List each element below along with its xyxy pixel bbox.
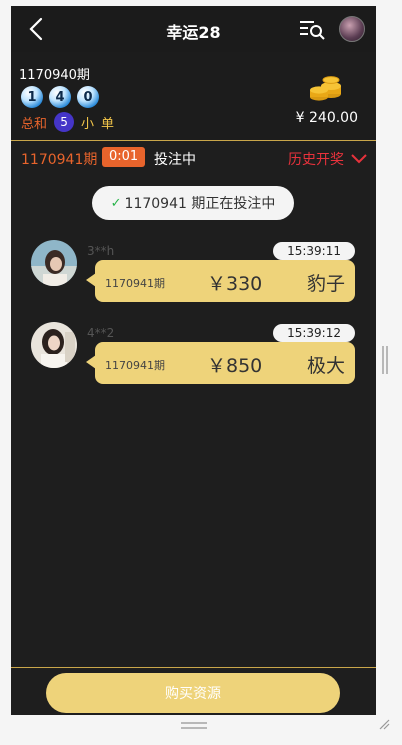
balance-amount: ¥ 240.00 [295,110,358,126]
size-tag: 小 [81,116,95,132]
top-bar: 幸运28 [11,6,376,52]
avatar[interactable] [31,240,77,286]
bet-issue: 1170941期 [105,277,165,290]
check-icon: ✓ [110,195,122,211]
bet-amount: ￥330 [207,273,263,295]
sum-value: 5 [54,112,75,132]
bet-type: 豹子 [306,273,345,295]
footer-bar: 购买资源 [11,667,376,715]
last-draw-panel: 1170940期 1 4 0 总和 5 小 单 ¥ 240.00 [11,52,376,140]
username: 3**h [87,244,115,258]
coins-icon [310,76,341,101]
result-balls: 1 4 0 [21,86,99,108]
bet-type: 极大 [306,355,345,377]
bet-bubble: 1170941期 ￥850 极大 [86,342,355,384]
buy-resource-button[interactable]: 购买资源 [46,673,340,713]
list-search-icon[interactable] [299,18,327,40]
betting-notice: ✓ 1170941 期正在投注中 [92,186,294,220]
sum-label: 总和 [21,116,48,132]
sum-row: 总和 5 小 单 [21,112,114,132]
current-issue-number: 1170941期 [21,152,98,168]
bet-time: 15:39:12 [273,324,355,342]
bet-amount: ￥850 [207,355,263,377]
resize-corner-icon[interactable] [378,718,390,730]
username: 4**2 [87,326,115,340]
bet-message: 4**2 15:39:12 1170941期 ￥850 极大 [11,322,376,402]
betting-status: 投注中 [154,152,196,168]
last-issue-number: 1170940期 [19,68,90,83]
notice-text: 1170941 期正在投注中 [124,196,276,212]
avatar[interactable] [31,322,77,368]
result-ball: 0 [77,86,99,108]
resize-handle-horizontal-icon[interactable] [181,722,207,729]
bet-bubble: 1170941期 ￥330 豹子 [86,260,355,302]
history-link[interactable]: 历史开奖 [288,149,344,169]
countdown-timer: 0:01 [102,147,146,167]
chevron-down-icon[interactable] [350,152,368,164]
parity-tag: 单 [101,116,115,132]
user-avatar[interactable] [339,16,365,42]
bet-issue: 1170941期 [105,359,165,372]
result-ball: 4 [49,86,71,108]
bet-message: 3**h 15:39:11 1170941期 ￥330 豹子 [11,240,376,320]
app-screen: 幸运28 1170940期 1 4 0 总和 5 小 单 ¥ 240.00 11… [11,6,376,715]
resize-handle-vertical-icon[interactable] [382,346,388,374]
bet-time: 15:39:11 [273,242,355,260]
current-issue-bar: 1170941期 0:01 投注中 历史开奖 [11,141,376,175]
result-ball: 1 [21,86,43,108]
